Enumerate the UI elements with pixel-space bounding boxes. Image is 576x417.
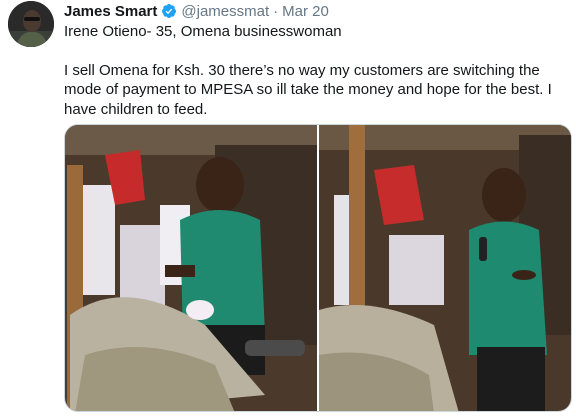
photo-left[interactable] (65, 125, 317, 411)
photo-right[interactable] (319, 125, 571, 411)
separator-dot: · (273, 2, 279, 20)
tweet-text-body: I sell Omena for Ksh. 30 there’s no way … (64, 61, 552, 118)
avatar[interactable] (8, 1, 54, 47)
tweet[interactable]: James Smart @jamessmat · Mar 20 Irene Ot… (0, 0, 576, 417)
tweet-date[interactable]: Mar 20 (282, 3, 329, 20)
tweet-text-line1: Irene Otieno- 35, Omena businesswoman (64, 23, 342, 40)
photo-right-image (319, 125, 571, 411)
media-bottom-edge (64, 412, 572, 417)
tweet-text: Irene Otieno- 35, Omena businesswoman I … (64, 22, 564, 119)
author-name[interactable]: James Smart (64, 3, 157, 20)
verified-badge-icon (162, 4, 177, 18)
photo-left-image (65, 125, 317, 411)
author-handle[interactable]: @jamessmat (181, 3, 269, 20)
avatar-image (8, 1, 54, 47)
tweet-header: James Smart @jamessmat · Mar 20 (64, 2, 329, 20)
media-grid (64, 124, 572, 412)
